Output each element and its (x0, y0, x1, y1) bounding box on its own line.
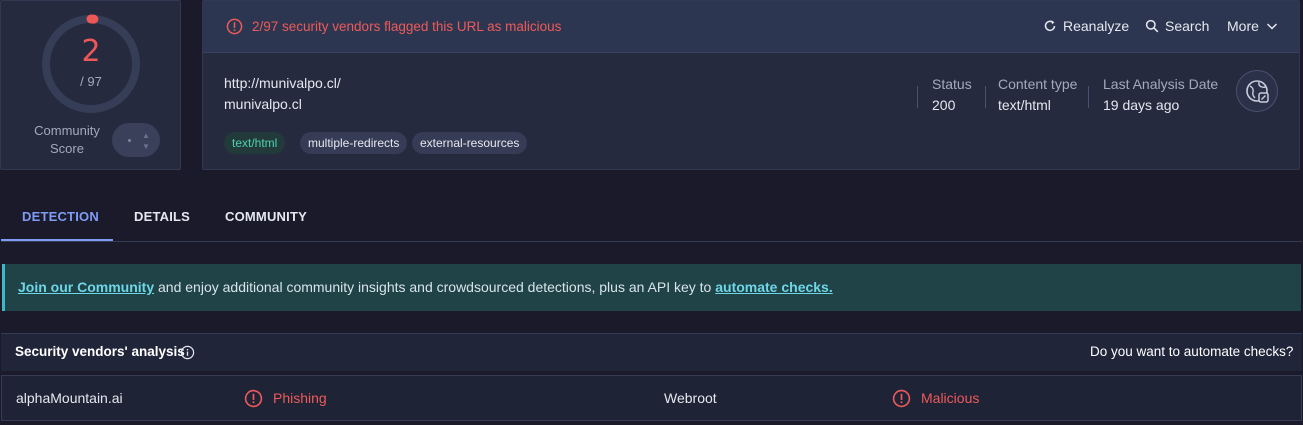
meta-divider (985, 86, 986, 108)
detection-score: 2 (81, 34, 101, 69)
more-label: More (1227, 18, 1259, 34)
meta-divider (1088, 86, 1089, 108)
search-icon (1145, 19, 1159, 33)
search-button[interactable]: Search (1145, 18, 1209, 34)
banner-message: and enjoy additional community insights … (154, 279, 716, 295)
content-type-label: Content type (998, 76, 1078, 92)
community-banner-text: Join our Community and enjoy additional … (18, 279, 833, 295)
vendor-name: alphaMountain.ai (16, 390, 123, 406)
search-label: Search (1165, 18, 1210, 34)
detection-alert-text: 2/97 security vendors flagged this URL a… (252, 19, 562, 34)
automate-checks-link[interactable]: automate checks. (715, 279, 833, 295)
downvote-icon[interactable]: ▼ (142, 142, 150, 151)
vendor-total: / 97 (80, 74, 102, 89)
meta-divider (917, 86, 918, 108)
last-analysis-value: 19 days ago (1103, 97, 1180, 113)
tab-detection[interactable]: DETECTION (22, 209, 99, 224)
table-row (1, 375, 1302, 421)
content-type-value: text/html (998, 97, 1051, 113)
tab-community[interactable]: COMMUNITY (225, 209, 307, 224)
last-analysis-label: Last Analysis Date (1103, 76, 1219, 92)
automate-checks-prompt[interactable]: Do you want to automate checks? (1090, 344, 1293, 359)
vote-dot-icon (128, 139, 131, 142)
reanalyze-label: Reanalyze (1063, 18, 1130, 34)
vendor-name: Webroot (664, 390, 717, 406)
scanned-url[interactable]: http://munivalpo.cl/ (224, 75, 341, 91)
tag-multiple-redirects[interactable]: multiple-redirects (300, 132, 408, 154)
reanalyze-button[interactable]: Reanalyze (1043, 18, 1129, 34)
alert-circle-icon (226, 18, 243, 35)
info-icon[interactable] (180, 345, 195, 360)
url-globe-button[interactable] (1236, 70, 1278, 112)
alert-circle-icon (892, 389, 911, 408)
vendor-verdict: Phishing (273, 390, 327, 406)
scanned-host: munivalpo.cl (224, 96, 302, 112)
join-community-link[interactable]: Join our Community (18, 279, 154, 295)
vendor-verdict: Malicious (921, 390, 980, 406)
tabs-divider (1, 241, 1302, 242)
status-label: Status (932, 76, 972, 92)
community-score-label: Community Score (34, 123, 100, 156)
status-value: 200 (932, 97, 956, 113)
refresh-icon (1044, 20, 1056, 32)
tag-text-html[interactable]: text/html (224, 132, 286, 154)
tab-details[interactable]: DETAILS (134, 209, 190, 224)
vendors-section-title: Security vendors' analysis (15, 344, 185, 359)
upvote-icon[interactable]: ▲ (142, 131, 150, 140)
globe-link-icon (1246, 80, 1269, 103)
alert-circle-icon (244, 389, 263, 408)
community-vote-control[interactable]: ▲ ▼ (112, 123, 160, 157)
chevron-down-icon (1266, 23, 1277, 30)
tag-external-resources[interactable]: external-resources (412, 132, 528, 154)
more-menu-button[interactable]: More (1227, 18, 1279, 34)
